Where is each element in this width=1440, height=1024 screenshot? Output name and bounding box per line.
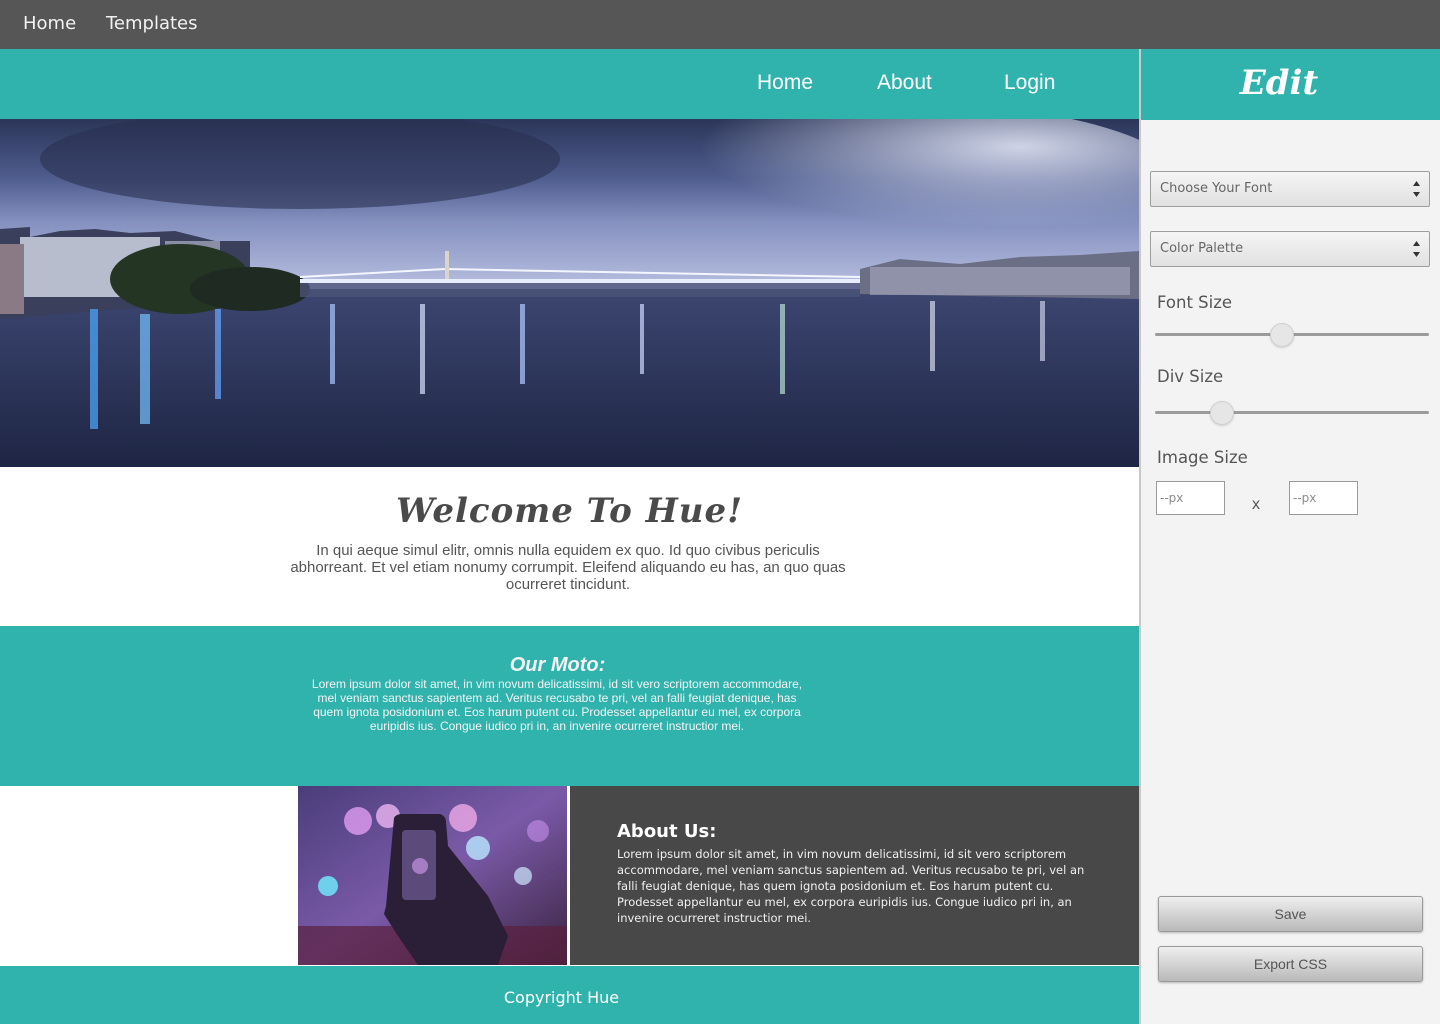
site-footer: Copyright Hue [0, 966, 1139, 1024]
site-preview: Home About Login Welcome To Hue! In qui … [0, 49, 1139, 1024]
font-select-value: Choose Your Font [1160, 181, 1273, 196]
app-top-bar: Home Templates [0, 0, 1440, 49]
about-title: About Us: [617, 821, 717, 842]
about-blank-area [0, 786, 298, 965]
footer-copyright: Copyright Hue [503, 988, 620, 1007]
div-size-slider[interactable] [1155, 400, 1429, 426]
concert-phone-photo [298, 786, 567, 965]
moto-title: Our Moto: [509, 654, 606, 676]
save-button[interactable]: Save [1158, 896, 1423, 932]
edit-panel: Edit Choose Your Font Color Palette Font… [1141, 49, 1440, 1024]
export-css-button[interactable]: Export CSS [1158, 946, 1423, 982]
div-size-slider-thumb[interactable] [1210, 401, 1234, 425]
welcome-section: Welcome To Hue! In qui aeque simul elitr… [0, 467, 1139, 626]
about-section: About Us: Lorem ipsum dolor sit amet, in… [0, 786, 1139, 965]
font-size-label: Font Size [1157, 293, 1233, 312]
welcome-text: In qui aeque simul elitr, omnis nulla eq… [290, 542, 846, 593]
image-size-times: x [1252, 496, 1260, 513]
welcome-title: Welcome To Hue! [395, 491, 744, 531]
edit-panel-header: Edit [1141, 49, 1440, 120]
font-size-slider[interactable] [1155, 322, 1429, 348]
select-arrows-icon [1413, 241, 1420, 257]
moto-section: Our Moto: Lorem ipsum dolor sit amet, in… [0, 626, 1139, 786]
font-select[interactable]: Choose Your Font [1150, 171, 1430, 207]
color-palette-select[interactable]: Color Palette [1150, 231, 1430, 267]
app-nav-home[interactable]: Home [23, 13, 76, 34]
about-text-panel: About Us: Lorem ipsum dolor sit amet, in… [570, 786, 1139, 965]
about-text: Lorem ipsum dolor sit amet, in vim novum… [617, 847, 1085, 925]
select-arrows-icon [1413, 181, 1420, 197]
font-size-slider-thumb[interactable] [1270, 323, 1294, 347]
app-nav-templates[interactable]: Templates [106, 13, 198, 34]
site-nav-home[interactable]: Home [757, 71, 813, 95]
color-palette-select-value: Color Palette [1160, 241, 1244, 256]
moto-text: Lorem ipsum dolor sit amet, in vim novum… [311, 677, 803, 733]
hero-image [0, 119, 1139, 467]
site-nav-about[interactable]: About [877, 71, 932, 95]
site-nav-login[interactable]: Login [1004, 71, 1055, 95]
image-width-input[interactable] [1156, 481, 1225, 515]
about-image [298, 786, 567, 965]
hero-city-night-photo [0, 119, 1139, 467]
div-size-label: Div Size [1157, 367, 1224, 386]
image-size-label: Image Size [1157, 448, 1248, 467]
image-height-input[interactable] [1289, 481, 1358, 515]
edit-panel-title: Edit [1239, 63, 1319, 103]
div-size-slider-track [1155, 411, 1429, 414]
site-nav-bar: Home About Login [0, 49, 1139, 119]
